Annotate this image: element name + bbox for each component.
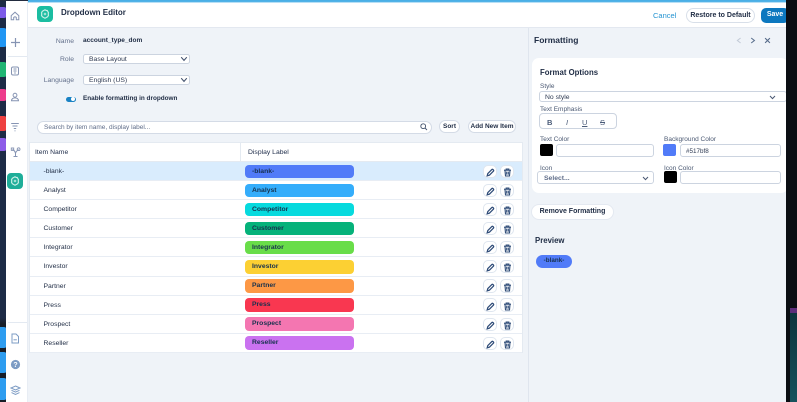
svg-text:?: ? (13, 362, 17, 369)
